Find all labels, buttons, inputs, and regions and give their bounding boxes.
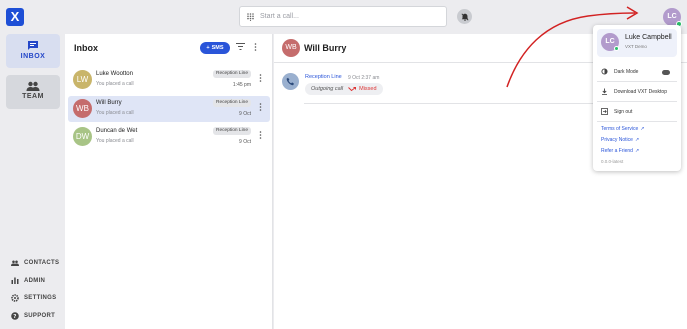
nav-support[interactable]: ? SUPPORT: [11, 312, 55, 320]
terms-label: Terms of Service: [601, 126, 639, 132]
dark-mode-item[interactable]: Dark Mode: [601, 68, 638, 75]
line-badge: Reception Line: [213, 99, 252, 107]
sign-out-icon: [601, 108, 608, 115]
missed-call-icon: [348, 86, 357, 91]
chart-icon: [11, 277, 19, 284]
conversation-time: 9 Oct: [239, 139, 251, 145]
conversation-menu-icon[interactable]: [259, 103, 262, 111]
refer-link[interactable]: Refer a Friend ↗: [601, 148, 639, 154]
sign-out-label: Sign out: [614, 108, 633, 115]
contact-avatar: LW: [73, 70, 92, 89]
nav-inbox-button[interactable]: INBOX: [6, 34, 60, 68]
inbox-chat-icon: [28, 41, 38, 50]
refer-label: Refer a Friend: [601, 148, 633, 154]
call-status-pill: Outgoing call Missed: [305, 83, 383, 95]
nav-team-button[interactable]: TEAM: [6, 75, 60, 109]
download-icon: [602, 88, 607, 95]
conversation-preview: You placed a call: [96, 138, 134, 144]
filter-icon[interactable]: [236, 43, 245, 50]
profile-org: VXT Demo: [625, 44, 647, 49]
inbox-title: Inbox: [74, 43, 98, 53]
notifications-button[interactable]: [457, 9, 472, 24]
menu-divider: [597, 121, 677, 122]
download-label: Download VXT Desktop: [614, 88, 667, 95]
contacts-icon: [11, 260, 19, 266]
nav-settings-label: SETTINGS: [24, 295, 57, 301]
nav-support-label: SUPPORT: [24, 313, 56, 319]
conversation-preview: You placed a call: [96, 81, 134, 87]
call-missed-status: Missed: [348, 86, 377, 92]
call-line-link[interactable]: Reception Line: [305, 74, 342, 80]
brightness-icon: [601, 68, 608, 75]
dark-mode-label: Dark Mode: [614, 68, 639, 75]
more-vertical-icon[interactable]: [254, 43, 257, 51]
external-link-icon: ↗: [640, 126, 645, 132]
conversation-item[interactable]: DW Duncan de Wet You placed a call Recep…: [68, 124, 270, 150]
profile-avatar: LC: [601, 33, 619, 51]
search-placeholder: Start a call...: [260, 13, 299, 20]
nav-admin-label: ADMIN: [24, 277, 46, 284]
nav-admin[interactable]: ADMIN: [11, 277, 45, 284]
app-logo[interactable]: X: [6, 8, 24, 26]
plus-icon: +: [206, 45, 210, 51]
sms-button-label: SMS: [211, 45, 224, 51]
download-desktop-item[interactable]: Download VXT Desktop: [601, 88, 667, 95]
svg-text:?: ?: [13, 314, 17, 320]
nav-contacts[interactable]: CONTACTS: [11, 260, 59, 266]
call-search-input[interactable]: Start a call...: [239, 6, 447, 27]
contact-name: Will Burry: [96, 100, 122, 106]
dark-mode-toggle[interactable]: [662, 70, 670, 75]
user-avatar-button[interactable]: LC: [663, 8, 682, 27]
line-badge: Reception Line: [213, 127, 252, 135]
conversation-time: 1:45 pm: [232, 82, 251, 88]
contact-name: Duncan de Wet: [96, 128, 138, 134]
line-badge: Reception Line: [213, 70, 252, 78]
profile-card: LC Luke Campbell VXT Demo: [597, 29, 677, 57]
conversation-preview: You placed a call: [96, 110, 134, 116]
profile-online-dot: [614, 46, 619, 51]
profile-menu: LC Luke Campbell VXT Demo Dark Mode Down…: [593, 25, 681, 171]
sign-out-item[interactable]: Sign out: [601, 108, 632, 115]
conversation-item[interactable]: LW Luke Wootton You placed a call Recept…: [68, 67, 270, 93]
team-icon: [26, 81, 40, 91]
user-avatar-initials: LC: [667, 13, 677, 20]
conversation-item[interactable]: WB Will Burry You placed a call Receptio…: [68, 96, 270, 122]
external-link-icon: ↗: [634, 148, 640, 154]
contact-avatar: DW: [73, 127, 92, 146]
dialpad-icon: [247, 12, 254, 21]
conversation-time: 9 Oct: [239, 111, 251, 117]
call-event-icon: [282, 73, 299, 90]
new-sms-button[interactable]: + SMS: [200, 42, 230, 54]
bell-off-icon: [461, 13, 468, 21]
nav-team-label: TEAM: [22, 93, 44, 100]
terms-link[interactable]: Terms of Service ↗: [601, 126, 644, 132]
conversation-menu-icon[interactable]: [259, 131, 262, 139]
conversation-menu-icon[interactable]: [259, 74, 262, 82]
profile-name: Luke Campbell: [625, 34, 672, 41]
external-link-icon: ↗: [634, 137, 640, 143]
detail-contact-name: Will Burry: [304, 43, 347, 53]
contact-name: Luke Wootton: [96, 71, 133, 77]
contact-avatar: WB: [73, 99, 92, 118]
nav-inbox-label: INBOX: [20, 53, 46, 60]
privacy-label: Privacy Notice: [601, 137, 633, 143]
phone-icon: [286, 77, 294, 86]
missed-label: Missed: [359, 86, 377, 92]
nav-contacts-label: CONTACTS: [24, 260, 60, 266]
menu-divider: [597, 81, 677, 82]
gear-icon: [11, 294, 19, 302]
app-version: 0.0.0-latest: [601, 159, 624, 164]
menu-divider: [597, 101, 677, 102]
help-icon: ?: [11, 312, 19, 320]
profile-avatar-initials: LC: [605, 38, 615, 45]
inbox-panel: Inbox + SMS LW Luke Wootton You placed a…: [65, 34, 273, 329]
call-timestamp: 9 Oct 2:37 am: [348, 75, 380, 81]
call-direction: Outgoing call: [311, 86, 344, 92]
nav-settings[interactable]: SETTINGS: [11, 294, 56, 302]
detail-contact-avatar: WB: [282, 39, 300, 57]
privacy-link[interactable]: Privacy Notice ↗: [601, 137, 639, 143]
